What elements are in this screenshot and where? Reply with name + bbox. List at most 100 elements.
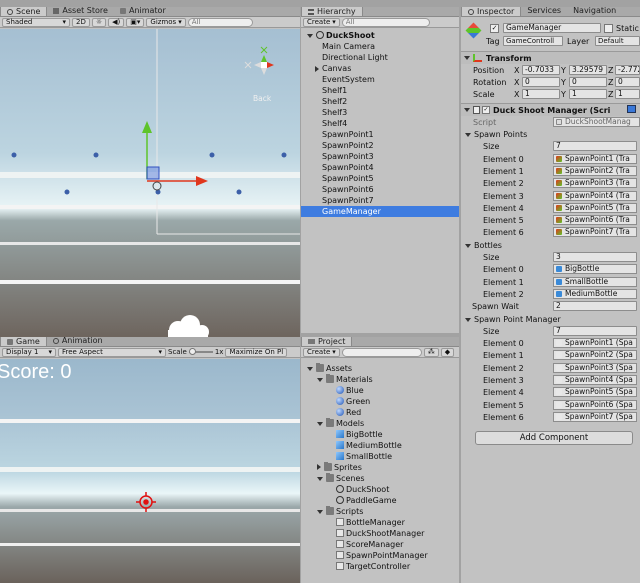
- spawn-points-element-field[interactable]: SpawnPoint3 (Tra: [553, 178, 637, 189]
- project-item-blue[interactable]: Blue: [301, 385, 459, 396]
- scene-search-input[interactable]: [187, 17, 253, 27]
- bottles-element-field[interactable]: MediumBottle: [553, 288, 637, 299]
- spawn-points-size-field[interactable]: 7: [553, 141, 637, 152]
- hierarchy-item-canvas[interactable]: Canvas: [301, 63, 459, 74]
- rotation-z-field[interactable]: 0: [615, 77, 640, 87]
- effects-dropdown-icon[interactable]: ▣▾: [126, 17, 145, 27]
- project-item-mediumbottle[interactable]: MediumBottle: [301, 440, 459, 451]
- project-item-paddlegame[interactable]: PaddleGame: [301, 495, 459, 506]
- project-item-bigbottle[interactable]: BigBottle: [301, 429, 459, 440]
- filter-type-icon[interactable]: ⁂: [423, 347, 439, 357]
- tab-animator[interactable]: Animator: [114, 7, 172, 16]
- spawn-points-header[interactable]: Spawn Points: [462, 130, 527, 139]
- rotation-y-field[interactable]: 0: [569, 77, 607, 87]
- spawn-point-manager-element-field[interactable]: SpawnPoint6 (Spa: [553, 399, 637, 410]
- object-name-field[interactable]: GameManager: [503, 23, 601, 33]
- project-item-targetcontroller[interactable]: TargetController: [301, 561, 459, 572]
- spawn-points-element-field[interactable]: SpawnPoint2 (Tra: [553, 165, 637, 176]
- static-checkbox[interactable]: [604, 24, 613, 33]
- expand-arrow-icon[interactable]: [465, 133, 471, 137]
- lighting-toggle-icon[interactable]: ☼: [91, 17, 107, 27]
- gizmos-dropdown[interactable]: Gizmos ▾: [146, 17, 186, 27]
- position-z-field[interactable]: -2.772: [615, 65, 640, 75]
- tab-services[interactable]: Services: [521, 7, 567, 16]
- project-item-scoremanager[interactable]: ScoreManager: [301, 539, 459, 550]
- project-item-scenes[interactable]: Scenes: [301, 473, 459, 484]
- hierarchy-item-shelf3[interactable]: Shelf3: [301, 107, 459, 118]
- project-item-spawnpointmanager[interactable]: SpawnPointManager: [301, 550, 459, 561]
- project-item-smallbottle[interactable]: SmallBottle: [301, 451, 459, 462]
- hierarchy-item-spawnpoint2[interactable]: SpawnPoint2: [301, 140, 459, 151]
- project-item-sprites[interactable]: Sprites: [301, 462, 459, 473]
- project-create-dropdown[interactable]: Create ▾: [303, 347, 340, 357]
- game-view[interactable]: Score: 0: [0, 359, 300, 583]
- position-x-field[interactable]: -0.7033: [522, 65, 560, 75]
- spawn-point-manager-element-field[interactable]: SpawnPoint3 (Spa: [553, 362, 637, 373]
- maximize-on-play-toggle[interactable]: Maximize On Pl: [225, 347, 288, 357]
- project-item-scripts[interactable]: Scripts: [301, 506, 459, 517]
- bottles-element-field[interactable]: SmallBottle: [553, 276, 637, 287]
- hierarchy-item-main-camera[interactable]: Main Camera: [301, 41, 459, 52]
- hierarchy-item-spawnpoint5[interactable]: SpawnPoint5: [301, 173, 459, 184]
- hierarchy-item-gamemanager[interactable]: GameManager: [301, 206, 459, 217]
- tag-dropdown[interactable]: GameControll: [503, 36, 563, 46]
- expand-arrow-icon[interactable]: [317, 378, 323, 382]
- scale-x-field[interactable]: 1: [522, 89, 560, 99]
- hierarchy-scene-root[interactable]: DuckShoot: [301, 30, 459, 41]
- tab-animation[interactable]: Animation: [47, 337, 109, 346]
- project-item-green[interactable]: Green: [301, 396, 459, 407]
- expand-arrow-icon[interactable]: [317, 510, 323, 514]
- filter-label-icon[interactable]: ◆: [440, 347, 455, 357]
- spawn-points-element-field[interactable]: SpawnPoint7 (Tra: [553, 227, 637, 238]
- spawn-point-manager-header[interactable]: Spawn Point Manager: [462, 315, 561, 324]
- rotation-x-field[interactable]: 0: [522, 77, 560, 87]
- hierarchy-search-input[interactable]: [341, 17, 430, 27]
- tab-navigation[interactable]: Navigation: [567, 7, 622, 16]
- spawn-point-manager-element-field[interactable]: SpawnPoint2 (Spa: [553, 350, 637, 361]
- display-dropdown[interactable]: Display 1 ▾: [2, 347, 56, 357]
- component-enabled-checkbox[interactable]: ✓: [482, 106, 490, 114]
- layer-dropdown[interactable]: Default: [595, 36, 640, 46]
- audio-toggle-icon[interactable]: ◀): [108, 17, 125, 27]
- bottles-size-field[interactable]: 3: [553, 252, 637, 262]
- project-item-assets[interactable]: Assets: [301, 363, 459, 374]
- spawn-points-element-field[interactable]: SpawnPoint6 (Tra: [553, 215, 637, 226]
- spawn-point-manager-element-field[interactable]: SpawnPoint4 (Spa: [553, 375, 637, 385]
- hierarchy-item-shelf4[interactable]: Shelf4: [301, 118, 459, 129]
- gizmo-back-label[interactable]: Back: [253, 94, 271, 103]
- bottles-element-field[interactable]: BigBottle: [553, 264, 637, 275]
- hierarchy-item-shelf1[interactable]: Shelf1: [301, 85, 459, 96]
- scene-view[interactable]: Back: [0, 29, 300, 338]
- project-item-materials[interactable]: Materials: [301, 374, 459, 385]
- project-item-duckshoot[interactable]: DuckShoot: [301, 484, 459, 495]
- tab-game[interactable]: Game: [0, 337, 47, 346]
- shading-dropdown[interactable]: Shaded ▾: [2, 17, 70, 27]
- expand-arrow-icon[interactable]: [317, 422, 323, 426]
- spawn-points-element-field[interactable]: SpawnPoint5 (Tra: [553, 202, 637, 213]
- project-item-red[interactable]: Red: [301, 407, 459, 418]
- hierarchy-item-spawnpoint7[interactable]: SpawnPoint7: [301, 195, 459, 206]
- project-search-input[interactable]: [341, 347, 422, 357]
- hierarchy-item-spawnpoint6[interactable]: SpawnPoint6: [301, 184, 459, 195]
- expand-arrow-icon[interactable]: [315, 66, 319, 72]
- spawn-point-manager-element-field[interactable]: SpawnPoint7 (Spa: [553, 411, 637, 422]
- scale-y-field[interactable]: 1: [569, 89, 607, 99]
- bottles-header[interactable]: Bottles: [462, 241, 502, 250]
- spawn-point-manager-size-field[interactable]: 7: [553, 325, 637, 336]
- position-y-field[interactable]: 3.29579: [569, 65, 607, 75]
- hierarchy-item-spawnpoint3[interactable]: SpawnPoint3: [301, 151, 459, 162]
- hierarchy-item-shelf2[interactable]: Shelf2: [301, 96, 459, 107]
- expand-arrow-icon[interactable]: [465, 317, 471, 322]
- expand-arrow-icon[interactable]: [307, 367, 313, 371]
- hierarchy-create-dropdown[interactable]: Create ▾: [303, 17, 340, 27]
- spawn-points-element-field[interactable]: SpawnPoint4 (Tra: [553, 190, 637, 201]
- scale-slider-thumb[interactable]: [188, 348, 196, 355]
- expand-arrow-icon[interactable]: [464, 56, 470, 60]
- spawn-wait-field[interactable]: 2: [553, 301, 637, 312]
- transform-header[interactable]: Transform: [461, 51, 640, 64]
- mode-2d-toggle[interactable]: 2D: [72, 17, 90, 27]
- hierarchy-item-directional-light[interactable]: Directional Light: [301, 52, 459, 63]
- tab-project[interactable]: Project: [301, 337, 353, 346]
- spawn-point-manager-element-field[interactable]: SpawnPoint1 (Spa: [553, 338, 637, 349]
- spawn-points-element-field[interactable]: SpawnPoint1 (Tra: [553, 153, 637, 164]
